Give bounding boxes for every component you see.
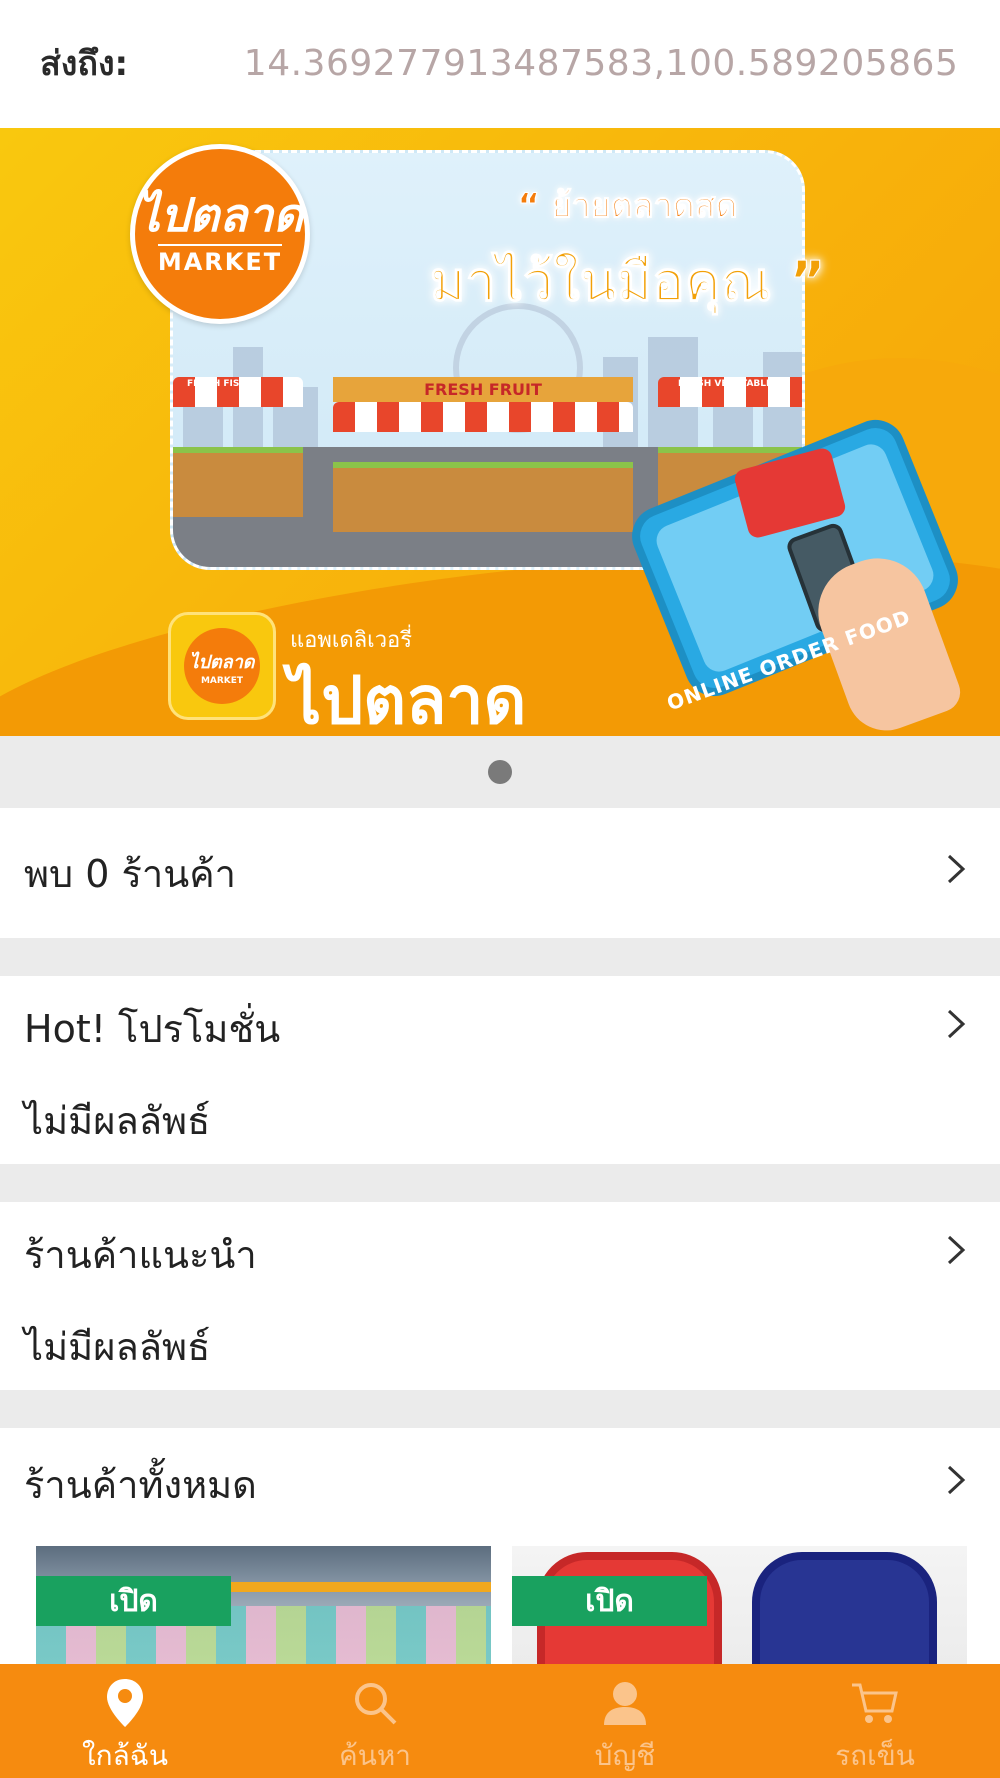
location-pin-icon	[105, 1676, 145, 1730]
chevron-right-icon[interactable]	[936, 1233, 976, 1276]
carousel-dot-active[interactable]	[488, 760, 512, 784]
store-list: เปิด เปิด	[0, 1540, 1000, 1666]
nav-cart-label: รถเข็น	[835, 1739, 915, 1772]
all-stores-section[interactable]: ร้านค้าทั้งหมด	[0, 1428, 1000, 1540]
section-divider	[0, 1164, 1000, 1202]
banner-slogan: “ ย้ายตลาดสด มาไว้ในมือคุณ ”	[429, 186, 826, 314]
app-icon: ไปตลาด MARKET	[168, 612, 276, 720]
store-card[interactable]: เปิด	[36, 1546, 491, 1666]
promo-banner[interactable]: FRESH FISH FRESH FRUIT FRESH VEGETABLE ไ…	[0, 128, 1000, 736]
nav-nearby[interactable]: ใกล้ฉัน	[0, 1664, 250, 1778]
account-icon	[602, 1676, 648, 1730]
section-divider	[0, 1390, 1000, 1428]
chevron-right-icon[interactable]	[936, 1007, 976, 1050]
search-icon	[351, 1676, 399, 1730]
open-status-badge: เปิด	[512, 1576, 707, 1626]
promotion-empty-text: ไม่มีผลลัพธ์	[24, 1098, 211, 1143]
fruit-stall: FRESH FRUIT	[333, 377, 633, 532]
nav-cart[interactable]: รถเข็น	[750, 1664, 1000, 1778]
chevron-right-icon[interactable]	[936, 852, 976, 895]
bottom-navigation: ใกล้ฉัน ค้นหา บัญชี รถเข็น	[0, 1664, 1000, 1778]
found-stores-section[interactable]: พบ 0 ร้านค้า	[0, 808, 1000, 938]
carousel-indicator	[0, 736, 1000, 808]
promotion-title: Hot! โปรโมชั่น	[24, 1006, 281, 1051]
delivery-coordinates[interactable]: 14.369277913487583,100.5892058654	[244, 43, 960, 84]
app-name: ไปตลาด	[288, 662, 527, 736]
recommended-stores-section[interactable]: ร้านค้าแนะนำ ไม่มีผลลัพธ์	[0, 1202, 1000, 1390]
deliver-to-label: ส่งถึง:	[40, 44, 129, 84]
paitalad-logo: ไปตลาด MARKET	[130, 144, 310, 324]
nav-account-label: บัญชี	[594, 1739, 656, 1772]
nav-account[interactable]: บัญชี	[500, 1664, 750, 1778]
open-status-badge: เปิด	[36, 1576, 231, 1626]
cart-icon	[850, 1676, 900, 1730]
store-card[interactable]: เปิด	[512, 1546, 967, 1666]
recommended-title: ร้านค้าแนะนำ	[24, 1232, 257, 1277]
nav-nearby-label: ใกล้ฉัน	[82, 1739, 168, 1772]
store-image	[752, 1552, 937, 1666]
promotion-section[interactable]: Hot! โปรโมชั่น ไม่มีผลลัพธ์	[0, 976, 1000, 1164]
found-stores-title: พบ 0 ร้านค้า	[24, 851, 236, 896]
section-divider	[0, 938, 1000, 976]
recommended-empty-text: ไม่มีผลลัพธ์	[24, 1324, 211, 1369]
fish-stall: FRESH FISH	[173, 377, 303, 527]
chevron-right-icon[interactable]	[936, 1463, 976, 1506]
delivery-location-bar[interactable]: ส่งถึง: 14.369277913487583,100.589205865…	[0, 0, 1000, 126]
all-stores-title: ร้านค้าทั้งหมด	[24, 1462, 257, 1507]
nav-search-label: ค้นหา	[338, 1739, 412, 1772]
nav-search[interactable]: ค้นหา	[250, 1664, 500, 1778]
